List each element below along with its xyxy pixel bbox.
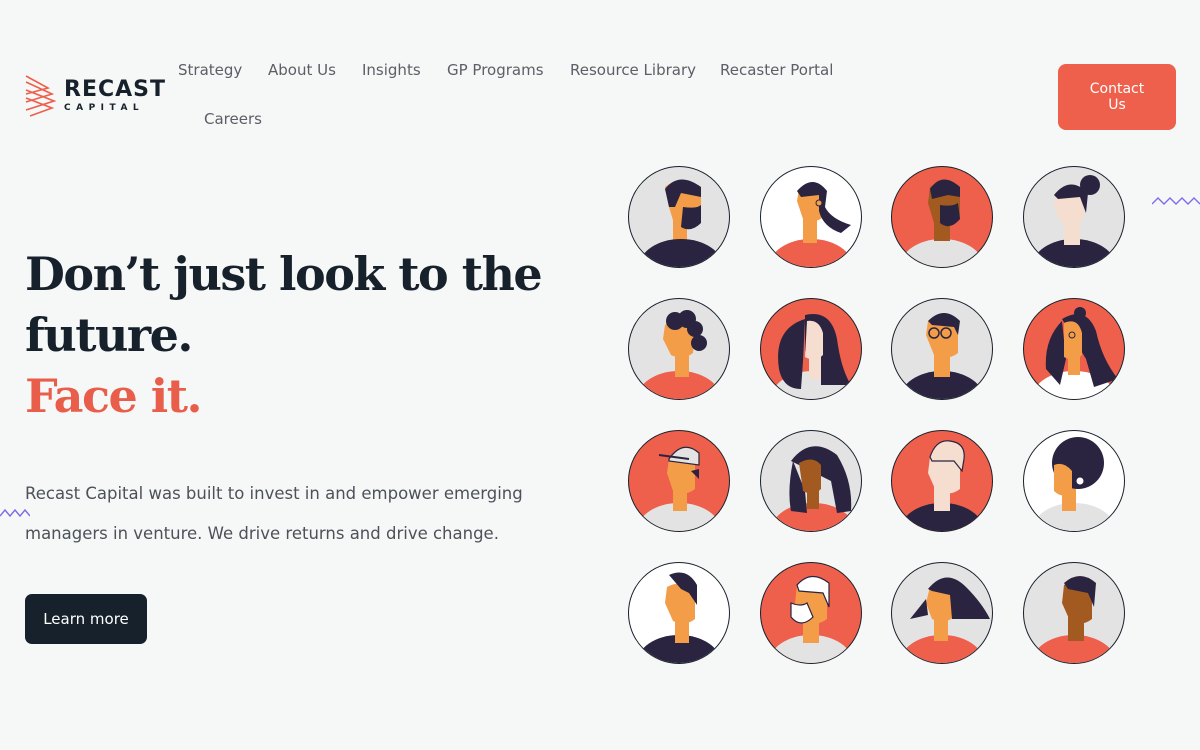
man-white-hair-avatar-icon [891,430,993,532]
nav-strategy[interactable]: Strategy [178,61,242,79]
woman-long-hair-avatar-icon [760,298,862,400]
man-curly-avatar-icon [628,298,730,400]
man-beard-dark-avatar-icon [891,166,993,268]
logo-wordmark: RECAST [64,77,166,102]
man-cap-avatar-icon [628,430,730,532]
hero-title-line-1: Don’t just look to the [25,247,543,301]
learn-more-button[interactable]: Learn more [25,594,147,644]
man-white-beard-avatar-icon [760,562,862,664]
hero-title: Don’t just look to the future. Face it. [25,244,545,427]
zigzag-right-icon [1152,197,1200,205]
logo-subtitle: CAPITAL [64,103,145,113]
recast-capital-logo[interactable]: RECAST CAPITAL [24,74,166,118]
woman-ponytail-avatar-icon [760,166,862,268]
zigzag-left-icon [0,508,30,518]
woman-braids-avatar-icon [760,430,862,532]
woman-wavy-avatar-icon [1023,298,1125,400]
nav-insights[interactable]: Insights [362,61,421,79]
nav-careers[interactable]: Careers [204,110,262,128]
contact-us-button[interactable]: Contact Us [1058,64,1176,130]
man-beard-avatar-icon [628,166,730,268]
nav-resource-library[interactable]: Resource Library [570,61,696,79]
person-afro-avatar-icon [1023,430,1125,532]
man-brown-avatar-icon [1023,562,1125,664]
logo-chevron-icon [25,75,56,117]
hero-description: Recast Capital was built to invest in an… [25,484,523,543]
hero-title-line-2: future. [25,308,193,362]
man-quiff-avatar-icon [628,562,730,664]
nav-recaster-portal[interactable]: Recaster Portal [720,61,833,79]
woman-side-hair-avatar-icon [891,562,993,664]
nav-gp-programs[interactable]: GP Programs [447,61,544,79]
woman-bun-avatar-icon [1023,166,1125,268]
man-glasses-avatar-icon [891,298,993,400]
hero-title-accent: Face it. [25,369,202,423]
nav-about-us[interactable]: About Us [268,61,336,79]
